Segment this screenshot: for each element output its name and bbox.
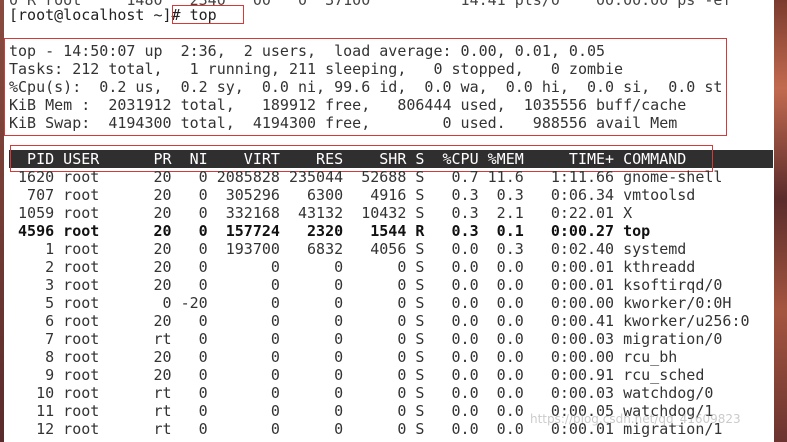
process-row: 3 root 20 0 0 0 0 S 0.0 0.0 0:00.01 ksof… xyxy=(9,276,723,294)
process-row: 6 root 20 0 0 0 0 S 0.0 0.0 0:00.41 kwor… xyxy=(9,312,750,330)
summary-mem-line: KiB Mem : 2031912 total, 189912 free, 80… xyxy=(9,96,687,114)
process-row: 9 root 20 0 0 0 0 S 0.0 0.0 0:00.91 rcu_… xyxy=(9,366,705,384)
process-row: 7 root rt 0 0 0 0 S 0.0 0.0 0:00.03 migr… xyxy=(9,330,723,348)
summary-swap-line: KiB Swap: 4194300 total, 4194300 free, 0… xyxy=(9,114,678,132)
watermark: https://blog.csdn.net/qq_41609823 xyxy=(530,412,741,426)
summary-tasks-line: Tasks: 212 total, 1 running, 211 sleepin… xyxy=(9,60,624,78)
process-row: 5 root 0 -20 0 0 0 S 0.0 0.0 0:00.00 kwo… xyxy=(9,294,732,312)
process-row: 10 root rt 0 0 0 0 S 0.0 0.0 0:00.03 wat… xyxy=(9,384,714,402)
summary-cpu-line: %Cpu(s): 0.2 us, 0.2 sy, 0.0 ni, 99.6 id… xyxy=(9,78,723,96)
desktop-background-right xyxy=(774,0,787,442)
process-row: 2 root 20 0 0 0 0 S 0.0 0.0 0:00.01 kthr… xyxy=(9,258,696,276)
summary-uptime-line: top - 14:50:07 up 2:36, 2 users, load av… xyxy=(9,42,606,60)
prompt-highlight-box xyxy=(172,5,244,24)
process-row: 1059 root 20 0 332168 43132 10432 S 0.3 … xyxy=(9,204,633,222)
process-row: 1620 root 20 0 2085828 235044 52688 S 0.… xyxy=(9,168,723,186)
process-row: 707 root 20 0 305296 6300 4916 S 0.3 0.3… xyxy=(9,186,696,204)
process-row: 4596 root 20 0 157724 2320 1544 R 0.3 0.… xyxy=(9,222,651,240)
process-row: 1 root 20 0 193700 6832 4056 S 0.0 0.3 0… xyxy=(9,240,687,258)
process-row: 8 root 20 0 0 0 0 S 0.0 0.0 0:00.00 rcu_… xyxy=(9,348,678,366)
